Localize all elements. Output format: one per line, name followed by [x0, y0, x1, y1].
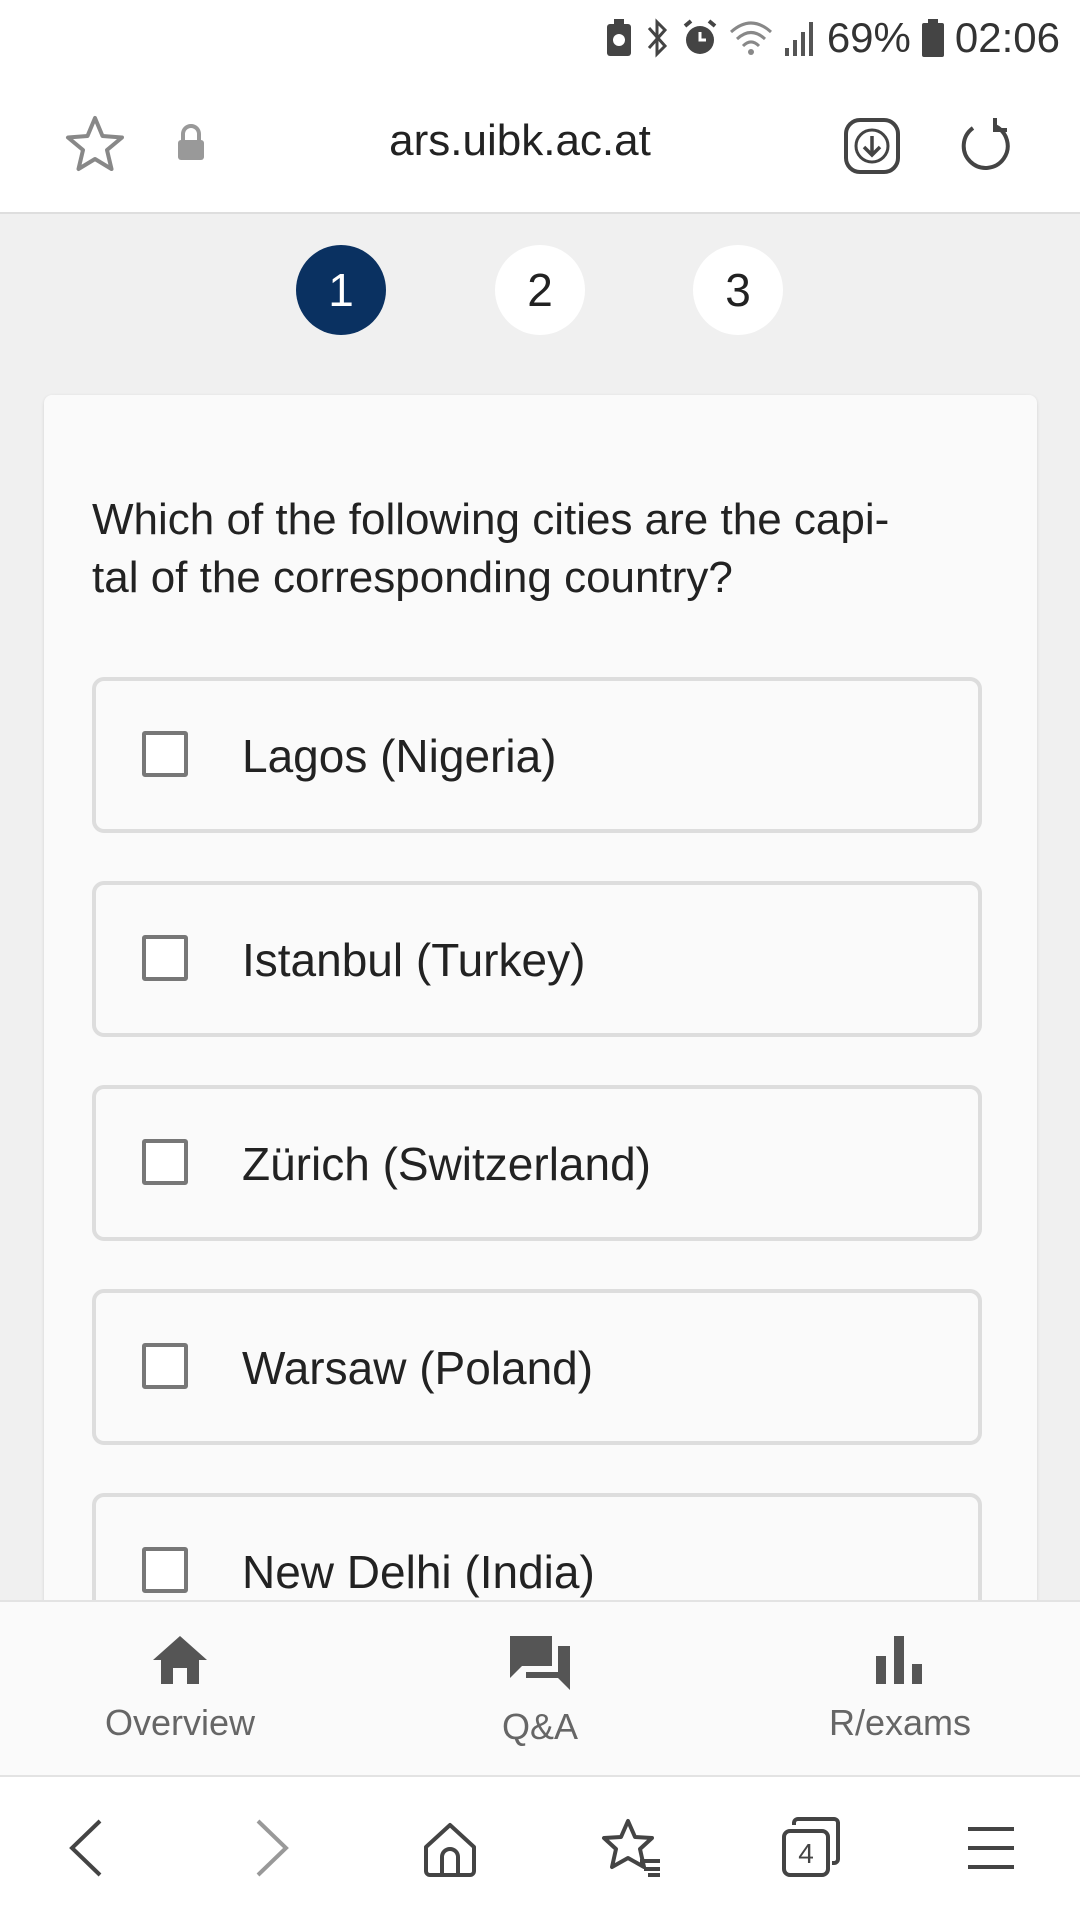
- checkbox[interactable]: [142, 1343, 188, 1389]
- clock: 02:06: [954, 14, 1060, 61]
- question-line-2: tal of the corresponding country?: [92, 553, 733, 602]
- question-steps: 1 2 3: [0, 245, 1080, 335]
- nav-label: Q&A: [501, 1706, 579, 1747]
- nav-qa[interactable]: Q&A: [410, 1632, 670, 1748]
- tabs-icon[interactable]: 4: [780, 1817, 842, 1884]
- status-bar: 69% 02:06: [0, 0, 1080, 78]
- back-icon[interactable]: [66, 1817, 106, 1884]
- app-bottom-nav: Overview Q&A R/exams: [0, 1600, 1080, 1777]
- bluetooth-icon: [643, 18, 671, 58]
- nav-label: R/exams: [828, 1702, 972, 1743]
- nav-label: Overview: [104, 1702, 256, 1743]
- question-text: Which of the following cities are the ca…: [92, 491, 992, 607]
- url-text[interactable]: ars.uibk.ac.at: [300, 116, 740, 166]
- battery-icon: [921, 18, 945, 58]
- bar-chart-icon: [770, 1632, 1030, 1688]
- bookmarks-icon[interactable]: [600, 1817, 664, 1884]
- star-icon[interactable]: [64, 114, 126, 179]
- wifi-icon: [729, 18, 773, 58]
- checkbox[interactable]: [142, 1547, 188, 1593]
- alarm-icon: [681, 18, 719, 58]
- option-label: Istanbul (Turkey): [242, 934, 586, 986]
- tab-count: 4: [798, 1838, 814, 1869]
- checkbox[interactable]: [142, 1139, 188, 1185]
- option-lagos[interactable]: Lagos (Nigeria): [92, 677, 982, 833]
- forward-icon[interactable]: [252, 1817, 292, 1884]
- chat-icon: [410, 1632, 670, 1692]
- option-zurich[interactable]: Zürich (Switzerland): [92, 1085, 982, 1241]
- nav-rexams[interactable]: R/exams: [770, 1632, 1030, 1744]
- step-1[interactable]: 1: [296, 245, 386, 335]
- url-bar: ars.uibk.ac.at: [0, 78, 1080, 214]
- nav-overview[interactable]: Overview: [50, 1632, 310, 1744]
- battery-percent: 69%: [826, 14, 911, 61]
- download-icon[interactable]: [842, 116, 902, 181]
- home-icon: [50, 1632, 310, 1688]
- option-label: Warsaw (Poland): [242, 1342, 594, 1394]
- reload-icon[interactable]: [955, 116, 1017, 181]
- browser-toolbar: 4: [0, 1777, 1080, 1920]
- checkbox[interactable]: [142, 731, 188, 777]
- battery-saver-icon: [605, 18, 633, 58]
- option-warsaw[interactable]: Warsaw (Poland): [92, 1289, 982, 1445]
- option-label: New Delhi (India): [242, 1546, 595, 1598]
- checkbox[interactable]: [142, 935, 188, 981]
- option-istanbul[interactable]: Istanbul (Turkey): [92, 881, 982, 1037]
- question-line-1: Which of the following cities are the ca…: [92, 495, 890, 544]
- signal-icon: [783, 18, 817, 58]
- home-icon[interactable]: [420, 1817, 480, 1884]
- status-icons: 69% 02:06: [605, 10, 1060, 66]
- lock-icon: [176, 124, 206, 167]
- question-card: Which of the following cities are the ca…: [44, 395, 1037, 1649]
- menu-icon[interactable]: [966, 1817, 1016, 1884]
- step-2[interactable]: 2: [495, 245, 585, 335]
- step-3[interactable]: 3: [693, 245, 783, 335]
- option-label: Zürich (Switzerland): [242, 1138, 651, 1190]
- option-label: Lagos (Nigeria): [242, 730, 557, 782]
